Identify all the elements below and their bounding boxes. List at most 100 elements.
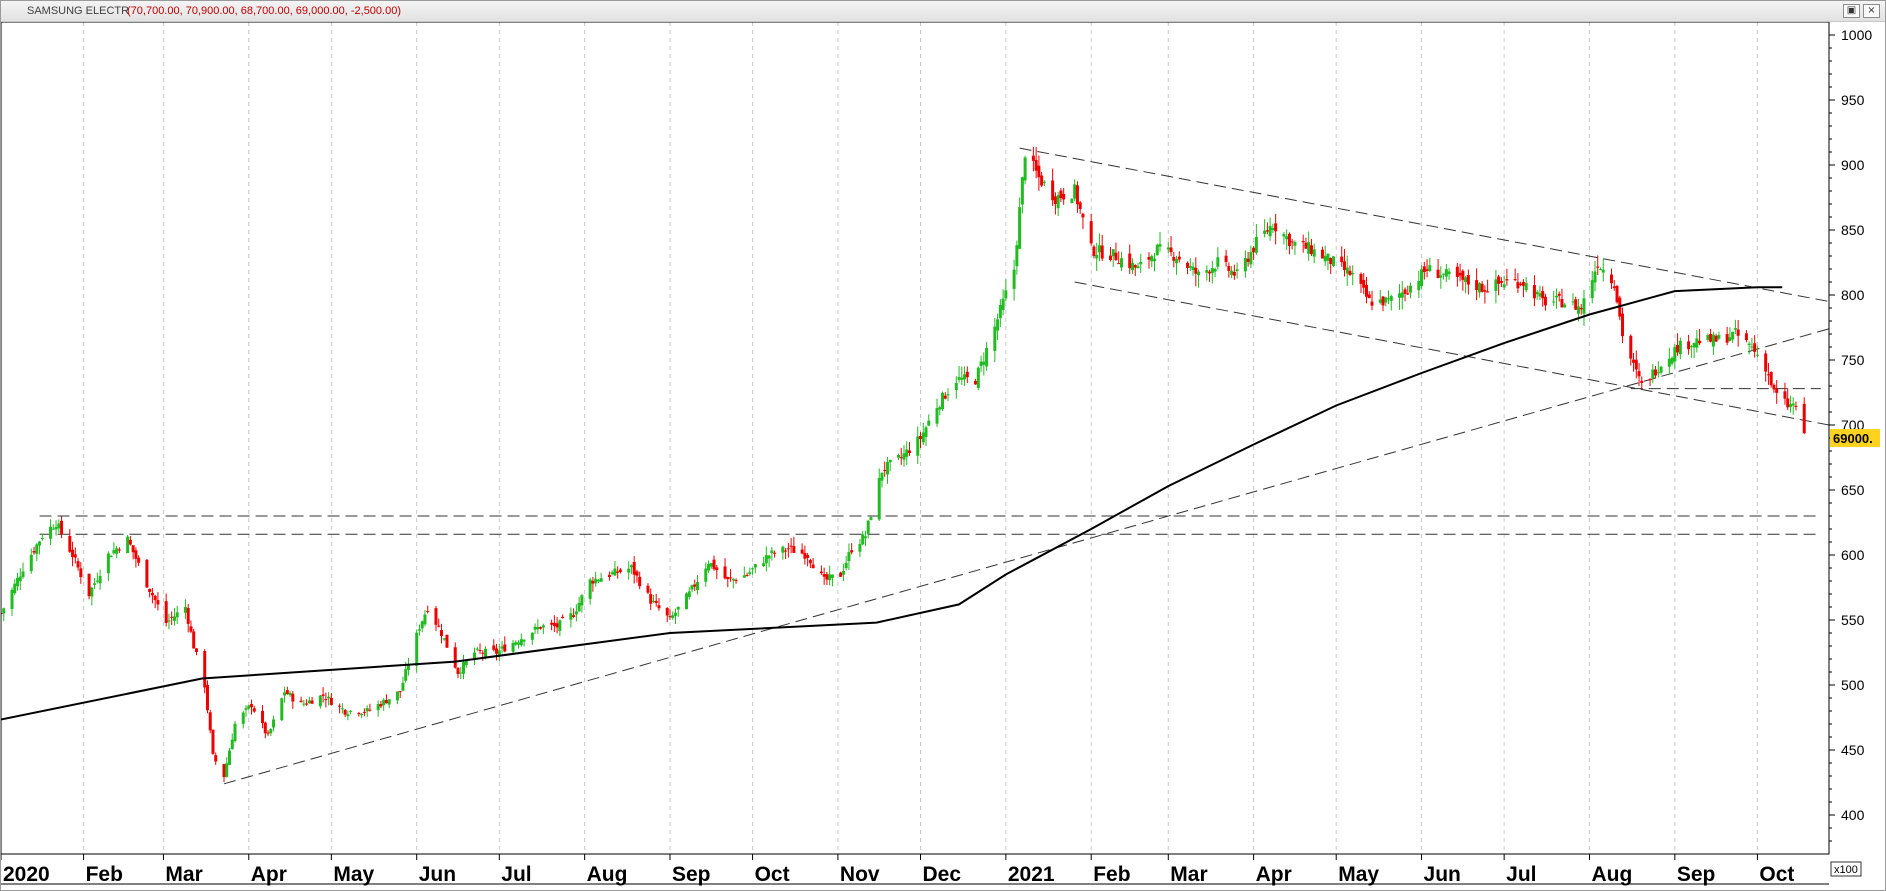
candle-body (866, 520, 870, 534)
x-tick-label: Mar (1170, 863, 1207, 886)
candle-body (137, 557, 141, 563)
candle-body (863, 536, 867, 539)
candle-body (318, 695, 322, 707)
candle-body (228, 750, 231, 765)
y-tick-label: 400 (1841, 807, 1865, 823)
y-tick-label: 500 (1841, 677, 1865, 693)
candle-body (16, 577, 20, 587)
candle-body (883, 469, 887, 472)
candle-body (550, 622, 554, 625)
candle-body (789, 545, 793, 547)
candle-body (233, 723, 237, 742)
candle-body (473, 652, 477, 659)
candle-body (1766, 374, 1770, 376)
candle-body (1175, 259, 1179, 264)
candle-body (1733, 328, 1737, 330)
candle-body (1497, 276, 1501, 284)
candle-body (1020, 177, 1024, 205)
candle-body (338, 705, 342, 707)
candle-body (205, 684, 209, 711)
candle-body (382, 699, 386, 706)
candle-body (484, 648, 488, 657)
candle-body (993, 326, 997, 351)
candle-body (379, 704, 383, 707)
candle-body (1136, 266, 1140, 269)
candle-body (1089, 221, 1093, 244)
candle-body (76, 561, 80, 568)
candle-body (941, 392, 945, 410)
candle-body (1287, 233, 1291, 247)
close-icon[interactable]: × (1863, 4, 1880, 18)
candle-body (365, 708, 369, 712)
candle-body (1406, 293, 1410, 295)
restore-icon[interactable]: ▣ (1843, 4, 1860, 18)
candle-body (877, 478, 881, 520)
candle-body (764, 555, 768, 564)
candle-body (175, 612, 179, 618)
candle-body (1015, 245, 1019, 267)
candle-body (1521, 282, 1525, 286)
x-tick-label: Mar (165, 863, 202, 886)
candle-body (943, 395, 947, 399)
candle-body (1689, 346, 1693, 348)
candle-body (464, 660, 468, 666)
candle-body (1364, 285, 1368, 297)
candle-body (1775, 388, 1779, 393)
candle-body (1320, 249, 1324, 259)
candle-body (442, 638, 446, 640)
candle-body (1230, 270, 1234, 275)
candle-body (437, 625, 441, 627)
candle-body (203, 650, 207, 688)
candle-body (1274, 223, 1278, 232)
candle-body (1117, 263, 1121, 265)
candle-body (1252, 247, 1256, 253)
candle-body (1051, 180, 1055, 201)
candle-body (1541, 291, 1545, 299)
candle-body (115, 548, 119, 554)
candle-body (638, 576, 642, 587)
candle-body (478, 650, 482, 652)
candle-body (1444, 269, 1448, 277)
candle-body (497, 650, 501, 656)
candle-body (1001, 298, 1005, 311)
candle-body (153, 595, 157, 601)
candle-body (244, 708, 248, 710)
candle-body (13, 583, 17, 594)
x-tick-label: May (1338, 863, 1379, 886)
candle-body (475, 648, 479, 650)
candle-body (979, 361, 983, 367)
candle-body (1486, 291, 1490, 293)
candle-body (616, 571, 620, 573)
candle-body (734, 580, 738, 582)
candle-body (1417, 281, 1421, 291)
candle-body (1304, 242, 1308, 249)
candle-body (954, 382, 958, 391)
candle-body (1232, 271, 1236, 276)
candle-body (1788, 404, 1792, 408)
candle-body (1728, 337, 1732, 342)
candle-body (71, 549, 75, 558)
candle-body (1285, 236, 1289, 240)
x-tick-label: Sep (672, 863, 711, 886)
candle-body (841, 571, 845, 575)
candle-body (1464, 277, 1468, 283)
candle-body (1378, 299, 1382, 303)
candle-body (1169, 247, 1173, 253)
candle-body (1114, 252, 1118, 261)
candle-body (1461, 270, 1465, 280)
candle-body (1290, 241, 1294, 243)
candle-body (685, 593, 688, 610)
candle-body (905, 449, 909, 457)
x-tick-label: Feb (86, 863, 123, 886)
candle-body (398, 691, 402, 693)
candle-body (1764, 353, 1768, 372)
candle-body (90, 587, 94, 597)
candle-body (222, 764, 226, 778)
candle-body (1370, 301, 1374, 306)
chart-window: SAMSUNG ELECTR (70,700.00, 70,900.00, 68… (0, 0, 1886, 891)
candle-body (1769, 371, 1773, 386)
candle-body (1147, 256, 1151, 260)
candle-body (1612, 286, 1616, 289)
price-chart[interactable]: 4004505005506006507007508008509009501000… (1, 22, 1885, 890)
y-tick-label: 800 (1841, 287, 1865, 303)
